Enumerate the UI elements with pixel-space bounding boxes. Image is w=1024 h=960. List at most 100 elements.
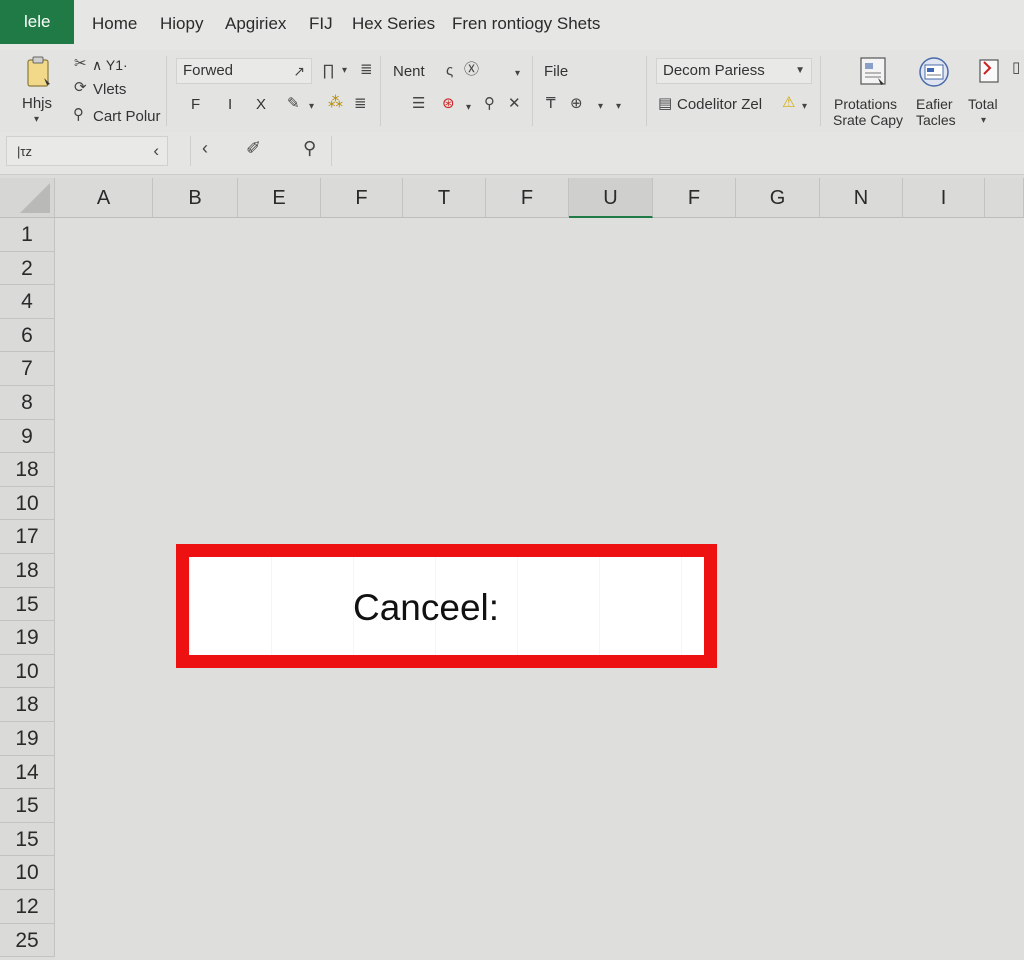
column-header[interactable]: I — [903, 178, 985, 218]
font-size-dropdown-icon[interactable]: ▾ — [342, 63, 347, 79]
row-header[interactable]: 2 — [0, 252, 55, 285]
paste-dropdown-icon[interactable]: ▾ — [34, 112, 39, 128]
percent-icon[interactable]: ⊕ — [570, 96, 583, 112]
cancel-formula-icon[interactable]: ‹ — [202, 138, 208, 159]
number-format-icon[interactable]: ₸ — [546, 96, 556, 112]
find-icon[interactable]: ⚲ — [484, 96, 495, 112]
number-more-icon[interactable]: ▾ — [616, 99, 621, 115]
column-header[interactable]: N — [820, 178, 903, 218]
row-header[interactable]: 19 — [0, 621, 55, 655]
select-all-corner[interactable] — [0, 178, 55, 218]
row-header[interactable]: 12 — [0, 890, 55, 924]
protections-label-2[interactable]: Srate Capy — [833, 112, 903, 128]
enter-formula-icon[interactable]: ✐ — [246, 138, 261, 159]
row-header[interactable]: 19 — [0, 722, 55, 756]
column-header[interactable]: G — [736, 178, 820, 218]
protections-label-1[interactable]: Protations — [834, 96, 897, 112]
row-header[interactable]: 1 — [0, 218, 55, 252]
menu-item-5[interactable]: Hex Series — [352, 14, 435, 34]
italic-button[interactable]: I — [228, 96, 232, 113]
name-box-value: |τz — [17, 144, 33, 159]
tables-label-1[interactable]: Eafier — [916, 96, 953, 112]
column-header[interactable] — [985, 178, 1024, 218]
row-header[interactable]: 6 — [0, 319, 55, 352]
row-header[interactable]: 18 — [0, 688, 55, 722]
total-label[interactable]: Total — [968, 96, 998, 112]
tables-label-2[interactable]: Tacles — [916, 112, 956, 128]
strikethrough-button[interactable]: X — [256, 96, 266, 113]
clear-icon[interactable]: ✕ — [508, 96, 521, 112]
font-size-icon[interactable]: ∏ — [322, 63, 334, 79]
total-icon[interactable] — [974, 56, 1004, 88]
paste-icon[interactable] — [24, 56, 54, 88]
row-header[interactable]: 10 — [0, 655, 55, 688]
row-header[interactable]: 10 — [0, 856, 55, 890]
style-dropdown[interactable]: Decom Pariess ▼ — [656, 58, 812, 84]
row-header[interactable]: 15 — [0, 588, 55, 621]
wrap-text-icon[interactable]: ≣ — [360, 62, 373, 78]
format-painter-icon[interactable]: ⚲ — [73, 107, 84, 123]
styles-dropdown-icon[interactable]: ▾ — [802, 99, 807, 115]
more-ribbon-icon[interactable]: ▯ — [1012, 60, 1020, 76]
menu-item-3[interactable]: Apgiriex — [225, 14, 286, 34]
fill-color-icon[interactable]: ✎ — [287, 96, 300, 112]
column-header[interactable]: F — [486, 178, 569, 218]
row-header[interactable]: 18 — [0, 554, 55, 588]
clipboard-item-3[interactable]: Cart Polur — [93, 108, 161, 125]
paste-label[interactable]: Hhjs — [22, 95, 52, 112]
protections-icon[interactable] — [858, 56, 888, 88]
row-header[interactable]: 4 — [0, 285, 55, 319]
error-icon[interactable]: ⊛ — [442, 96, 455, 112]
copy-icon[interactable]: ⟳ — [74, 80, 87, 96]
alignment-label[interactable]: Nent — [393, 63, 425, 80]
row-header[interactable]: 10 — [0, 487, 55, 520]
align-center-icon[interactable]: ☰ — [412, 96, 425, 112]
column-header[interactable]: A — [55, 178, 153, 218]
clipboard-item-1[interactable]: ∧ Y1· — [92, 57, 128, 74]
clipboard-item-2[interactable]: Vlets — [93, 81, 126, 98]
highlight-box: Canceel: — [176, 544, 717, 668]
number-label[interactable]: File — [544, 63, 568, 80]
cut-icon[interactable]: ✂ — [74, 56, 87, 72]
chevron-left-icon[interactable]: ‹ — [153, 141, 159, 161]
column-header[interactable]: F — [653, 178, 736, 218]
column-header[interactable]: U — [569, 178, 653, 218]
insert-function-icon[interactable]: ⚲ — [303, 138, 316, 159]
menu-item-6[interactable]: Fren rontiogy Shets — [452, 14, 600, 34]
total-dropdown-icon[interactable]: ▾ — [981, 113, 986, 129]
ribbon-separator — [820, 56, 821, 126]
column-header[interactable]: F — [321, 178, 403, 218]
menu-item-2[interactable]: Hiopy — [160, 14, 203, 34]
row-header[interactable]: 14 — [0, 756, 55, 789]
conditional-format-label[interactable]: Codelitor Zel — [677, 96, 762, 113]
globe-table-icon[interactable] — [916, 56, 952, 88]
row-header[interactable]: 18 — [0, 453, 55, 487]
row-header[interactable]: 15 — [0, 789, 55, 823]
font-name-dropdown[interactable]: Forwed ↗ — [176, 58, 312, 84]
align-lines-icon[interactable]: ≣ — [354, 96, 367, 112]
bold-button[interactable]: F — [191, 96, 200, 113]
fill-dropdown-icon[interactable]: ▾ — [309, 99, 314, 115]
alignment-dropdown-icon[interactable]: ▾ — [515, 66, 520, 82]
indent-icon[interactable]: ς — [446, 63, 453, 79]
menu-item-home[interactable]: Home — [92, 14, 137, 34]
chevron-down-icon: ▼ — [795, 65, 805, 76]
file-tab[interactable]: lele — [0, 0, 74, 44]
conditional-format-icon[interactable]: ▤ — [658, 96, 672, 112]
row-header[interactable]: 8 — [0, 386, 55, 420]
font-color-icon[interactable]: ⁂ — [328, 95, 343, 111]
row-header[interactable]: 25 — [0, 924, 55, 957]
error-dropdown-icon[interactable]: ▾ — [466, 100, 471, 116]
column-header[interactable]: E — [238, 178, 321, 218]
row-header[interactable]: 9 — [0, 420, 55, 453]
orientation-icon[interactable]: Ⓧ — [464, 62, 479, 78]
number-dropdown-icon[interactable]: ▾ — [598, 99, 603, 115]
column-header[interactable]: T — [403, 178, 486, 218]
menu-item-4[interactable]: FIJ — [309, 14, 333, 34]
row-header[interactable]: 7 — [0, 352, 55, 386]
warning-icon[interactable]: ⚠ — [782, 95, 795, 111]
row-header[interactable]: 17 — [0, 520, 55, 554]
name-box[interactable]: |τz ‹ — [6, 136, 168, 166]
row-header[interactable]: 15 — [0, 823, 55, 856]
column-header[interactable]: B — [153, 178, 238, 218]
